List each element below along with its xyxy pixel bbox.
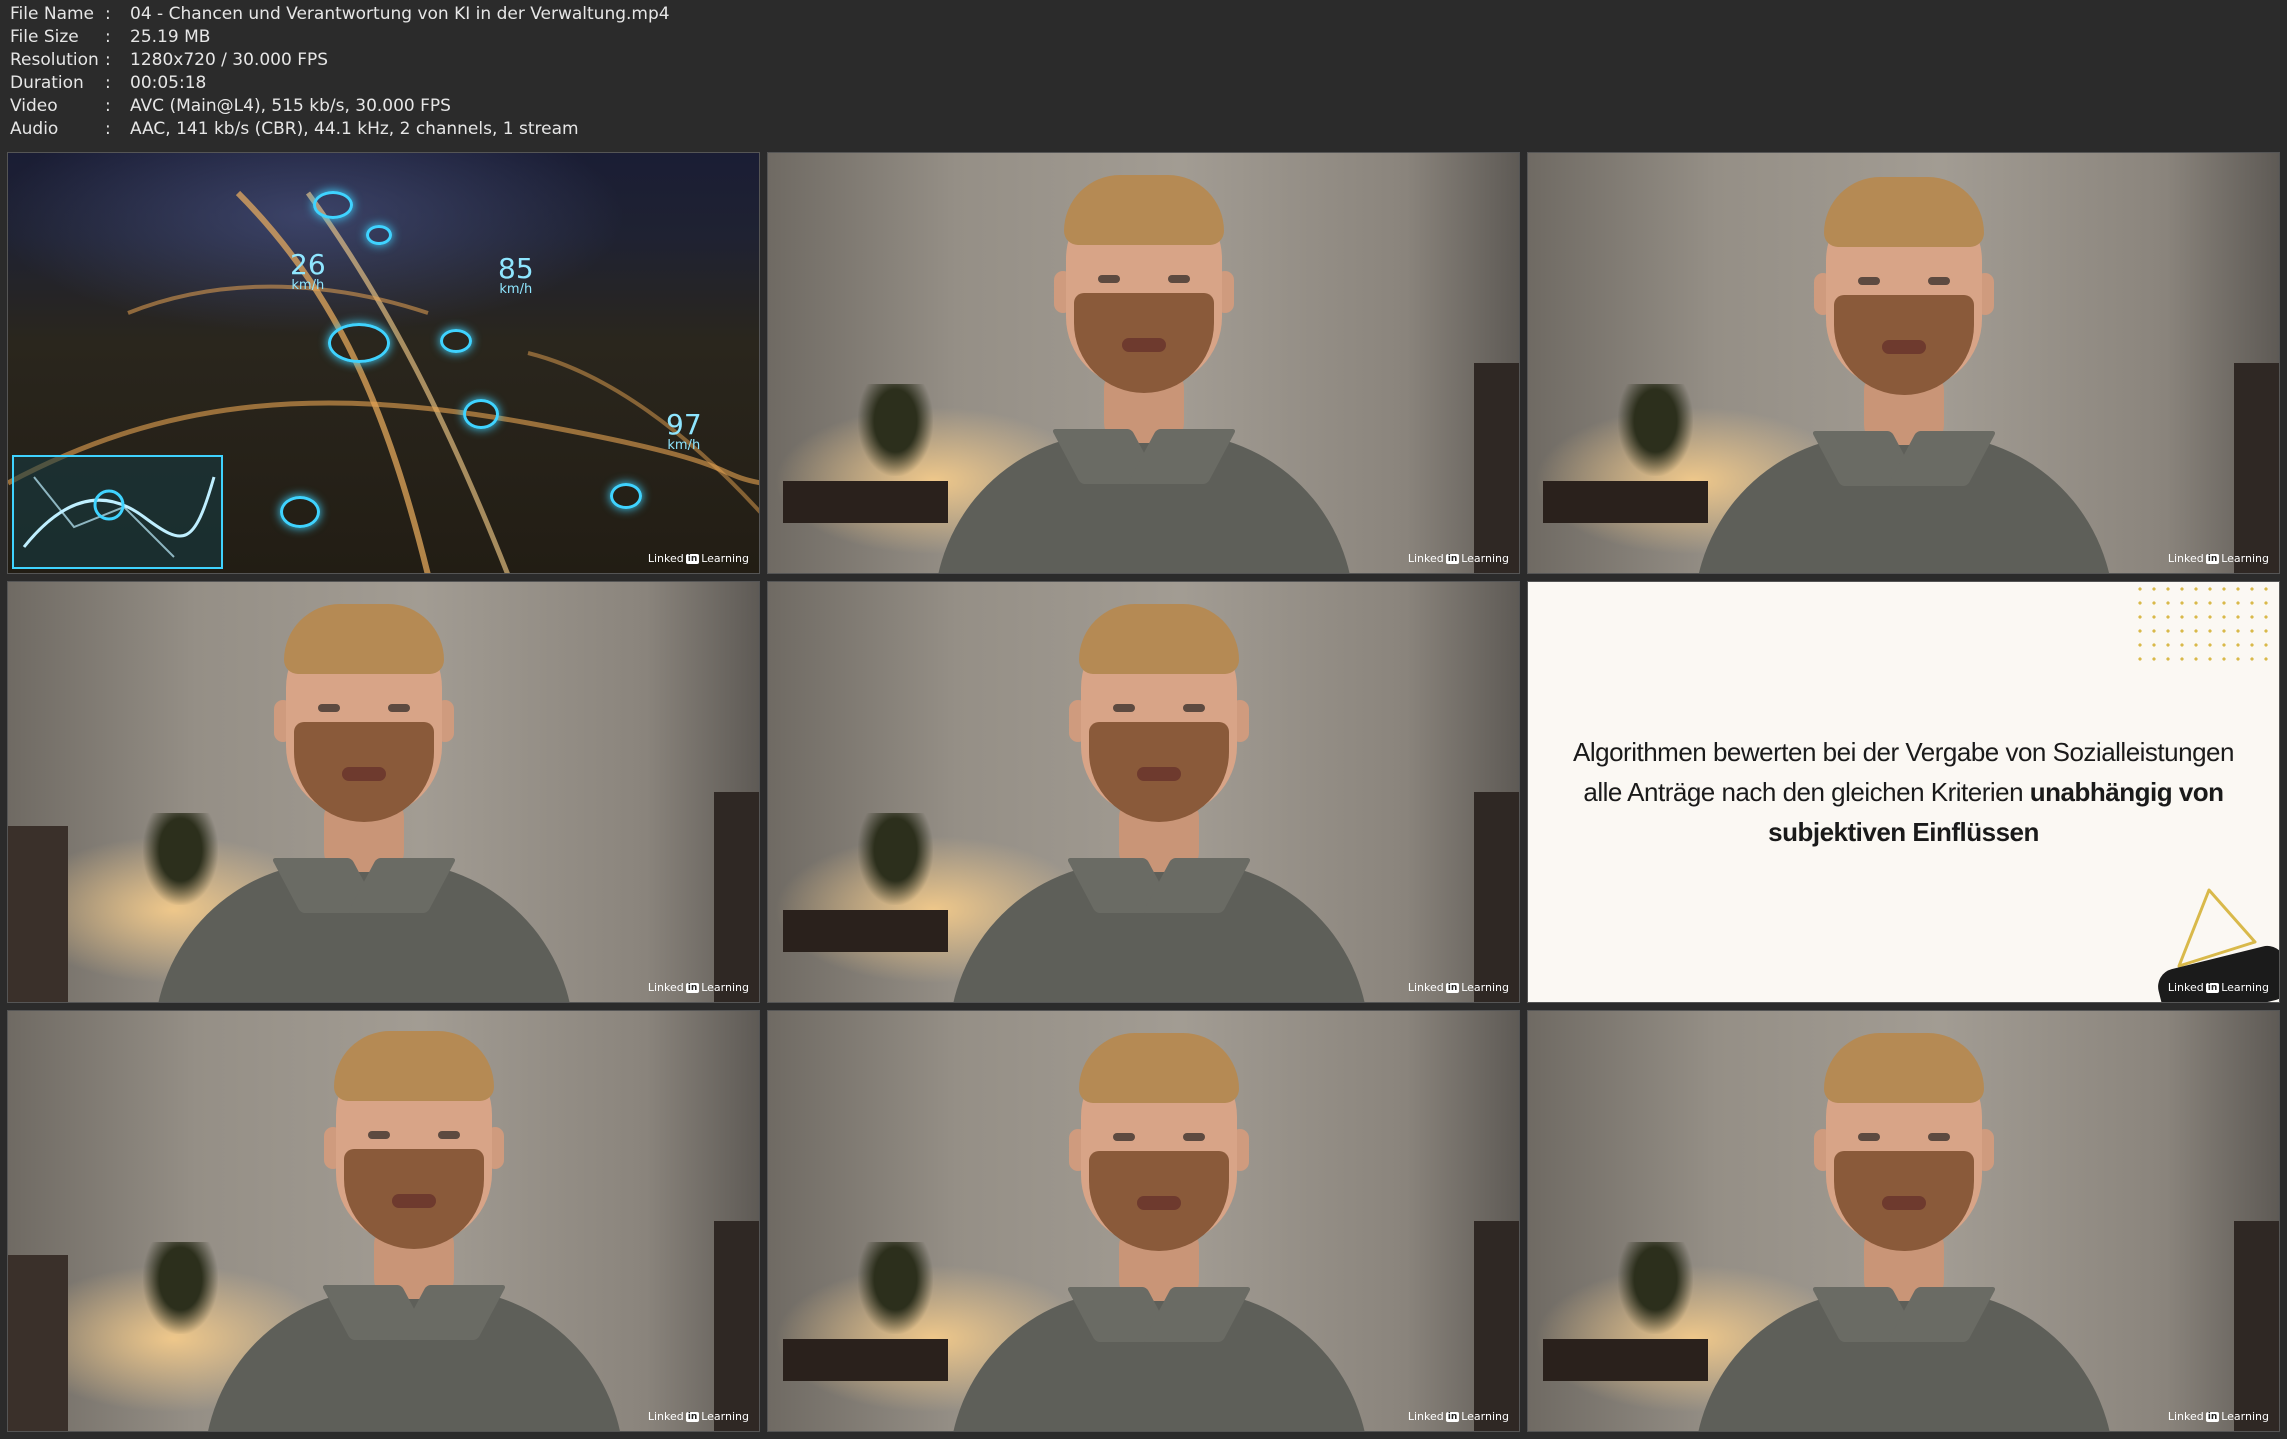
shelf [2233,1221,2279,1431]
thumbnail-traffic-hud[interactable]: 26 km/h 85 km/h 97 km/h Linked in Learning [7,152,760,574]
thumbnail-slide[interactable]: Algorithmen bewerten bei der Vergabe von… [1527,581,2280,1003]
plant [858,384,934,477]
thumbnail-presenter[interactable]: Linked in Learning [767,152,1520,574]
shelf [8,1254,69,1431]
meta-value: AAC, 141 kb/s (CBR), 44.1 kHz, 2 channel… [130,119,579,139]
sideboard [1543,1338,1709,1381]
meta-separator: : [105,119,111,139]
tracking-ring [463,399,499,429]
sideboard [783,1338,949,1381]
meta-key: File Name [10,4,95,24]
media-info-header: File Name : 04 - Chancen und Verantwortu… [10,3,670,141]
traffic-scene: 26 km/h 85 km/h 97 km/h [8,153,759,573]
meta-separator: : [105,73,111,93]
plant [858,1242,934,1335]
meta-row-audio: Audio : AAC, 141 kb/s (CBR), 44.1 kHz, 2… [10,118,670,141]
speed-label-97: 97 km/h [666,408,702,453]
thumbnail-presenter[interactable]: Linked in Learning [767,1010,1520,1432]
plant [858,813,934,906]
sideboard [783,480,949,523]
tracking-ring [610,483,642,509]
meta-row-resolution: Resolution : 1280x720 / 30.000 FPS [10,49,670,72]
thumbnail-presenter[interactable]: Linked in Learning [7,1010,760,1432]
linkedin-learning-watermark: Linked in Learning [1407,552,1509,565]
plant [1618,384,1694,477]
linkedin-learning-watermark: Linked in Learning [647,1410,749,1423]
linkedin-learning-watermark: Linked in Learning [2167,1410,2269,1423]
shelf [1473,363,1519,573]
plant [143,1242,219,1335]
meta-value: 1280x720 / 30.000 FPS [130,50,329,70]
plant [1618,1242,1694,1335]
sideboard [1543,480,1709,523]
thumbnail-presenter[interactable]: Linked in Learning [1527,152,2280,574]
shelf [713,1221,759,1431]
shelf [2233,363,2279,573]
shelf [8,825,69,1002]
speed-label-85: 85 km/h [498,252,534,297]
thumbnail-presenter[interactable]: Linked in Learning [1527,1010,2280,1432]
meta-value: 04 - Chancen und Verantwortung von KI in… [130,4,670,24]
thumbnail-presenter[interactable]: Linked in Learning [7,581,760,1003]
shelf [713,792,759,1002]
meta-row-video: Video : AVC (Main@L4), 515 kb/s, 30.000 … [10,95,670,118]
meta-key: Duration [10,73,84,93]
meta-separator: : [105,50,111,70]
dot-pattern [2133,582,2273,662]
thumbnail-presenter[interactable]: Linked in Learning [767,581,1520,1003]
shelf [1473,1221,1519,1431]
text-slide: Algorithmen bewerten bei der Vergabe von… [1528,582,2279,1002]
meta-value: 25.19 MB [130,27,211,47]
linkedin-learning-watermark: Linked in Learning [2167,981,2269,994]
meta-separator: : [105,96,111,116]
tracking-ring [440,329,472,353]
meta-key: Resolution [10,50,99,70]
linkedin-learning-watermark: Linked in Learning [647,981,749,994]
meta-key: File Size [10,27,79,47]
meta-row-duration: Duration : 00:05:18 [10,72,670,95]
meta-value: 00:05:18 [130,73,207,93]
shelf [1473,792,1519,1002]
meta-row-filename: File Name : 04 - Chancen und Verantwortu… [10,3,670,26]
meta-key: Audio [10,119,59,139]
linkedin-learning-watermark: Linked in Learning [2167,552,2269,565]
sideboard [783,909,949,952]
linkedin-learning-watermark: Linked in Learning [1407,981,1509,994]
tracking-ring [328,323,390,363]
meta-separator: : [105,27,111,47]
tracking-ring [313,191,353,219]
linkedin-learning-watermark: Linked in Learning [647,552,749,565]
linkedin-learning-watermark: Linked in Learning [1407,1410,1509,1423]
plant [143,813,219,906]
tracking-ring [280,496,320,528]
speed-label-26: 26 km/h [290,248,326,293]
meta-separator: : [105,4,111,24]
mini-map [12,455,223,569]
meta-row-filesize: File Size : 25.19 MB [10,26,670,49]
tracking-ring [366,225,392,245]
meta-value: AVC (Main@L4), 515 kb/s, 30.000 FPS [130,96,451,116]
map-routes [22,476,216,558]
meta-key: Video [10,96,58,116]
slide-text: Algorithmen bewerten bei der Vergabe von… [1573,737,2234,847]
